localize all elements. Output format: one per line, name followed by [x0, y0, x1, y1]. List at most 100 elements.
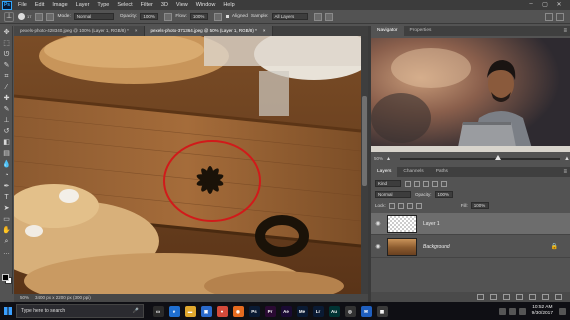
filter-kind-select[interactable]: Kind [375, 180, 401, 187]
filter-shape-icon[interactable] [432, 180, 438, 187]
eraser-tool-icon[interactable]: ◧ [2, 138, 11, 147]
store-taskbar-icon[interactable]: ▣ [200, 305, 212, 317]
mode-select[interactable]: Normal [73, 13, 114, 20]
audition-taskbar-icon[interactable]: Au [328, 305, 340, 317]
menu-3d[interactable]: 3D [161, 2, 168, 8]
menu-file[interactable]: File [18, 2, 27, 8]
foreground-color-swatch[interactable] [2, 274, 9, 281]
filter-type-icon[interactable] [423, 180, 429, 187]
dodge-tool-icon[interactable]: ◔ [2, 171, 11, 180]
start-button[interactable] [0, 302, 16, 320]
chrome-taskbar-icon[interactable]: ● [216, 305, 228, 317]
pressure-size-icon[interactable] [324, 12, 333, 21]
ignore-adjustment-icon[interactable] [313, 12, 322, 21]
airbrush-icon[interactable] [213, 12, 222, 21]
visibility-eye-icon[interactable]: ◉ [373, 220, 383, 227]
menu-image[interactable]: Image [52, 2, 67, 8]
tab-document-2[interactable]: pexels-photo-371364.jpeg @ 50% (Layer 1,… [144, 26, 273, 36]
close-tab-icon[interactable]: × [135, 28, 138, 33]
tab-properties[interactable]: Properties [404, 26, 438, 36]
crop-tool-icon[interactable]: ⌗ [2, 72, 11, 81]
tab-layers[interactable]: Layers [371, 167, 398, 177]
tab-document-1[interactable]: pexels-photo-428340.jpeg @ 100% (Layer 1… [14, 26, 145, 36]
flow-field[interactable]: 100% [189, 13, 208, 20]
clock[interactable]: 10:52 AM 9/30/2017 [532, 305, 553, 317]
zoom-out-icon[interactable]: ▴ [387, 155, 390, 162]
tab-paths[interactable]: Paths [430, 167, 454, 177]
adjustment-layer-icon[interactable] [516, 294, 523, 300]
tab-navigator[interactable]: Navigator [371, 26, 404, 36]
gradient-tool-icon[interactable]: ▤ [2, 149, 11, 158]
media-encoder-taskbar-icon[interactable]: Me [296, 305, 308, 317]
menu-select[interactable]: Select [117, 2, 132, 8]
opacity-field[interactable]: 100% [140, 13, 159, 20]
history-brush-icon[interactable]: ↺ [2, 127, 11, 136]
lock-image-icon[interactable] [397, 202, 404, 209]
menu-edit[interactable]: Edit [35, 2, 44, 8]
after-effects-taskbar-icon[interactable]: Ae [280, 305, 292, 317]
lock-transparent-icon[interactable] [388, 202, 395, 209]
path-select-icon[interactable]: ➤ [2, 204, 11, 213]
eyedropper-tool-icon[interactable]: ⁄ [2, 83, 11, 92]
layer-style-icon[interactable] [490, 294, 497, 300]
microphone-icon[interactable]: 🎤 [133, 308, 139, 314]
panel-menu-icon[interactable]: ≡ [563, 26, 567, 36]
clone-source-icon[interactable] [46, 12, 55, 21]
menu-filter[interactable]: Filter [141, 2, 153, 8]
lock-position-icon[interactable] [406, 202, 413, 209]
document-canvas[interactable] [14, 36, 361, 294]
menu-layer[interactable]: Layer [76, 2, 90, 8]
taskbar-search[interactable]: Type here to search 🎤 [16, 304, 144, 318]
link-layers-icon[interactable] [477, 294, 484, 300]
navigator-zoom-value[interactable]: 50% [374, 156, 383, 161]
menu-window[interactable]: Window [196, 2, 216, 8]
delete-layer-icon[interactable] [555, 294, 562, 300]
canvas-vertical-scrollbar[interactable] [361, 36, 368, 294]
panel-menu-icon[interactable]: ≡ [563, 167, 567, 177]
photoshop-taskbar-icon[interactable]: Ps [248, 305, 260, 317]
calculator-taskbar-icon[interactable]: ▦ [376, 305, 388, 317]
menu-help[interactable]: Help [223, 2, 234, 8]
volume-icon[interactable] [518, 307, 526, 315]
brush-tool-icon[interactable]: ✎ [2, 105, 11, 114]
lasso-tool-icon[interactable]: ᘎ [2, 50, 11, 59]
pressure-opacity-icon[interactable] [164, 12, 173, 21]
minimize-icon[interactable]: – [524, 1, 538, 8]
edge-taskbar-icon[interactable]: e [168, 305, 180, 317]
shape-tool-icon[interactable]: ▭ [2, 215, 11, 224]
clone-stamp-icon[interactable]: ⊥ [2, 116, 11, 125]
aligned-checkbox[interactable] [224, 14, 230, 19]
type-tool-icon[interactable]: T [2, 193, 11, 202]
navigator-zoom-slider[interactable] [400, 154, 561, 160]
marquee-tool-icon[interactable]: ⬚ [2, 39, 11, 48]
healing-tool-icon[interactable]: ✚ [2, 94, 11, 103]
menu-view[interactable]: View [176, 2, 188, 8]
more-tools-icon[interactable]: … [2, 248, 11, 257]
search-icon[interactable] [545, 13, 553, 21]
blend-mode-select[interactable]: Normal [375, 191, 411, 198]
lightroom-taskbar-icon[interactable]: Lr [312, 305, 324, 317]
pen-tool-icon[interactable]: ✒ [2, 182, 11, 191]
zoom-in-icon[interactable]: ▲ [564, 156, 570, 162]
workspace-icon[interactable] [556, 13, 564, 21]
visibility-eye-icon[interactable]: ◉ [373, 243, 383, 250]
blur-tool-icon[interactable]: 💧 [2, 160, 11, 169]
lock-all-icon[interactable] [415, 202, 422, 209]
quick-select-tool-icon[interactable]: ✎ [2, 61, 11, 70]
fill-field[interactable]: 100% [470, 202, 489, 209]
hand-tool-icon[interactable]: ✋ [2, 226, 11, 235]
zoom-level[interactable]: 50% [20, 294, 29, 302]
brush-settings-icon[interactable] [35, 12, 44, 21]
filter-smart-object-icon[interactable] [441, 180, 447, 187]
zoom-tool-icon[interactable]: ⌕ [2, 237, 11, 246]
clone-stamp-tool-icon[interactable]: ⊥ [4, 11, 14, 22]
add-mask-icon[interactable] [503, 294, 510, 300]
mail-taskbar-icon[interactable]: ✉ [360, 305, 372, 317]
tab-channels[interactable]: Channels [397, 167, 429, 177]
maximize-icon[interactable]: ▢ [538, 1, 552, 8]
new-layer-icon[interactable] [542, 294, 549, 300]
tray-chevron-icon[interactable] [498, 307, 506, 315]
filter-pixel-icon[interactable] [405, 180, 411, 187]
file-explorer-taskbar-icon[interactable]: ▬ [184, 305, 196, 317]
scroll-thumb[interactable] [362, 96, 367, 186]
